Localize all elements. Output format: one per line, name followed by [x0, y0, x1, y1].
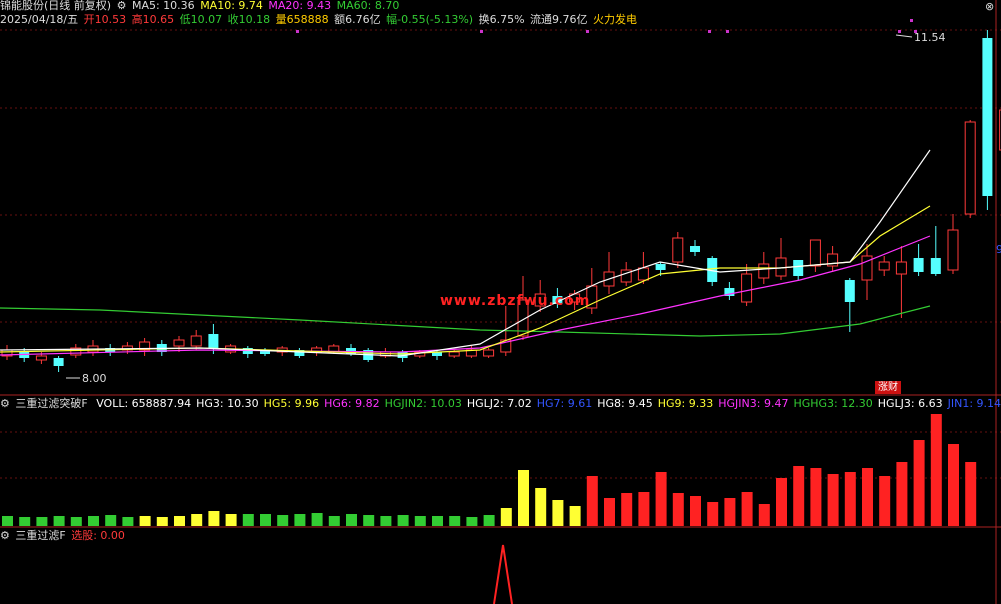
ma10-label: MA10: 9.74 [200, 0, 263, 12]
top-marker [586, 30, 589, 33]
stock-title[interactable]: 锦能股份(日线 前复权) [0, 0, 111, 12]
date-label: 2025/04/18/五 [0, 13, 79, 26]
concept-label: 火力发电 [593, 13, 638, 26]
indicator1-value: HGLJ2: 7.02 [466, 397, 532, 410]
indicator1-value: HG5: 9.96 [263, 397, 320, 410]
float-label: 流通9.76亿 [530, 13, 588, 26]
high-price-label: 11.54 [914, 31, 946, 44]
indicator1-value: HGLJ3: 6.63 [877, 397, 943, 410]
indicator1-header: ⚙ 三重过滤突破F VOLL: 658887.94 HG3: 10.30 HG5: … [0, 396, 1001, 411]
indicator1-value: HGHG3: 12.30 [793, 397, 873, 410]
indicator1-value: JIN1: 9.14 [947, 397, 1001, 410]
top-marker [480, 30, 483, 33]
moving-average-lines [0, 149, 931, 357]
indicator1-value: HG9: 9.33 [657, 397, 714, 410]
ma5-label: MA5: 10.36 [131, 0, 195, 12]
open-label: 开10.53 [83, 13, 127, 26]
top-marker [708, 30, 711, 33]
top-marker [898, 30, 901, 33]
low-price-label: 8.00 [82, 372, 107, 385]
volume-bars [2, 414, 977, 526]
top-marker [910, 19, 913, 22]
indicator1-value: VOLL: 658887.94 [96, 397, 192, 410]
top-marker [296, 30, 299, 33]
indicator2-value: 选股: 0.00 [71, 529, 125, 542]
volume-label: 量658888 [275, 13, 329, 26]
ma60-label: MA60: 8.70 [336, 0, 400, 12]
watermark: www.zbzfwu.com [440, 293, 591, 309]
indicator2-header: ⚙ 三重过滤F 选股: 0.00 [0, 528, 127, 543]
indicator1-value: HG7: 9.61 [536, 397, 593, 410]
settings-icon[interactable]: ⚙ [117, 0, 127, 12]
zdc-tag[interactable]: 涨财 [875, 381, 901, 394]
close-icon[interactable]: ⊗ [985, 0, 994, 13]
indicator1-value: HG8: 9.45 [597, 397, 653, 410]
high-arrow [895, 34, 913, 38]
indicator1-value: HG3: 10.30 [196, 397, 259, 410]
ma20-label: MA20: 9.43 [268, 0, 332, 12]
indicator1-value: HGJIN3: 9.47 [718, 397, 789, 410]
change-label: 幅-0.55(-5.13%) [386, 13, 474, 26]
high-label: 高10.65 [131, 13, 175, 26]
indicator2-settings-icon[interactable]: ⚙ [0, 529, 10, 542]
info-row: 2025/04/18/五 开10.53 高10.65 低10.07 收10.18… [0, 12, 639, 27]
close-label: 收10.18 [227, 13, 271, 26]
indicator1-settings-icon[interactable]: ⚙ [0, 397, 10, 410]
signal-spike [493, 544, 513, 604]
indicator1-value: HG6: 9.82 [324, 397, 380, 410]
right-edge-label: 9 [996, 243, 1001, 256]
amount-label: 额6.76亿 [334, 13, 381, 26]
indicator1-value: HGJIN2: 10.03 [384, 397, 462, 410]
top-marker [726, 30, 729, 33]
candlestick-series [1, 30, 1001, 372]
indicator2-name[interactable]: 三重过滤F [15, 529, 65, 542]
low-label: 低10.07 [179, 13, 223, 26]
indicator1-name[interactable]: 三重过滤突破F [15, 397, 87, 410]
turnover-label: 换6.75% [478, 13, 525, 26]
